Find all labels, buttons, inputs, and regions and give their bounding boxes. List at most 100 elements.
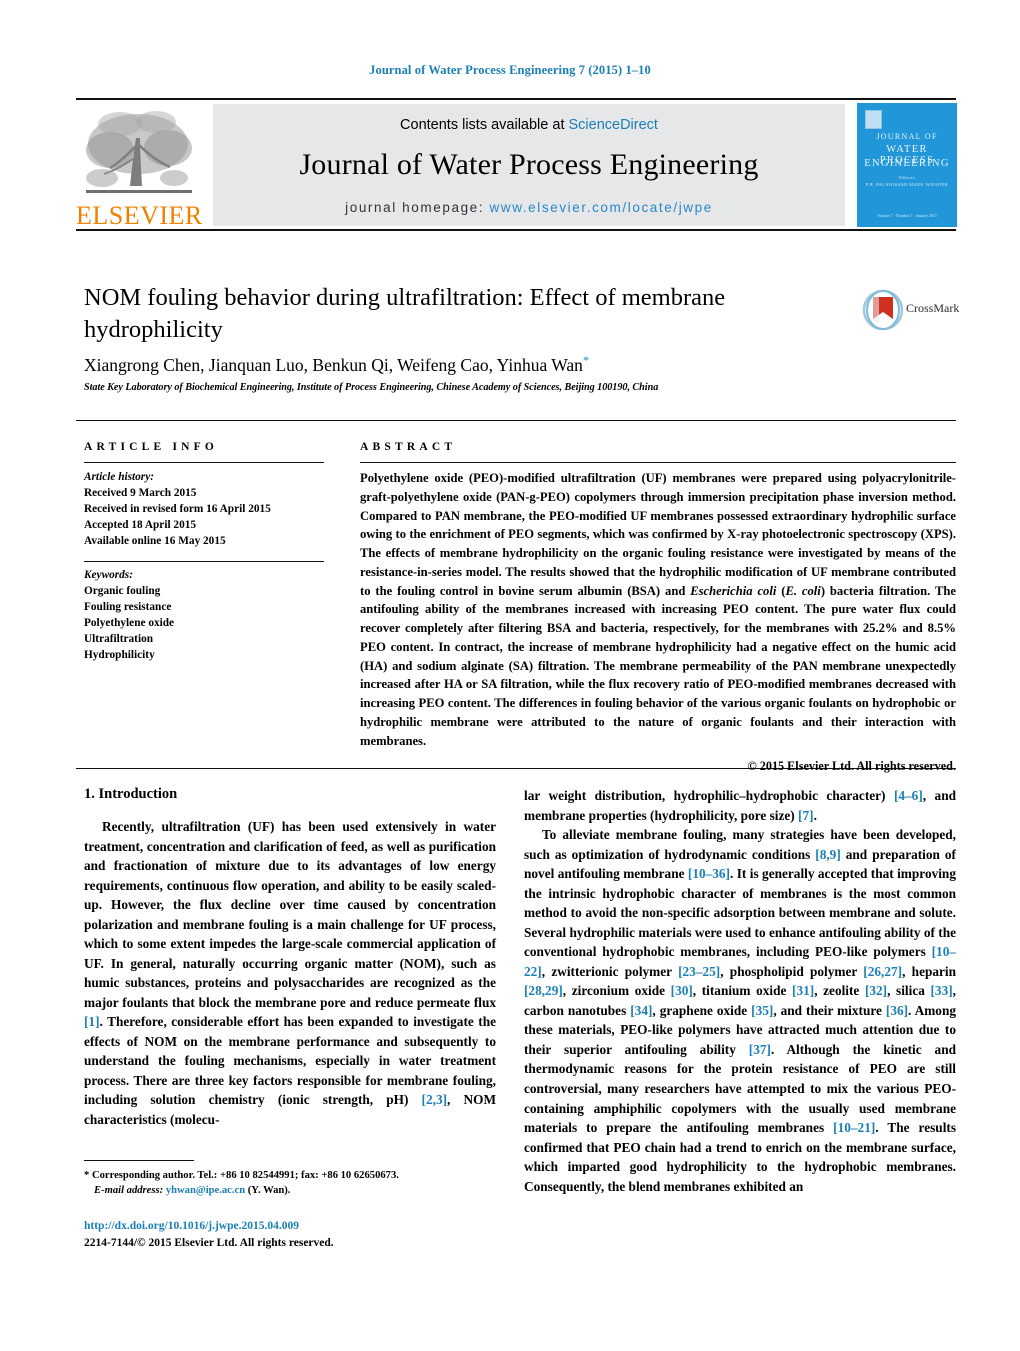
abstract-heading: ABSTRACT — [360, 441, 457, 453]
sciencedirect-link[interactable]: ScienceDirect — [569, 117, 658, 133]
author-list: Xiangrong Chen, Jianquan Luo, Benkun Qi,… — [84, 353, 884, 376]
elsevier-wordmark: ELSEVIER — [76, 201, 203, 230]
reference-link-1[interactable]: [1] — [84, 1014, 100, 1029]
intro-p2-text-7: , zirconium oxide — [562, 983, 671, 999]
reference-link-14[interactable]: [33] — [931, 983, 953, 998]
intro-paragraph-left: Recently, ultrafiltration (UF) has been … — [84, 817, 496, 1130]
history-item: Received in revised form 16 April 2015 — [84, 503, 271, 516]
paper-page: Journal of Water Process Engineering 7 (… — [0, 0, 1020, 1351]
corresponding-author-footnote: * Corresponding author. Tel.: +86 10 825… — [84, 1168, 504, 1198]
keyword-item: Fouling resistance — [84, 601, 172, 614]
email-suffix: (Y. Wan). — [245, 1185, 291, 1197]
cover-editors-names: P.B. PALANISAMI MARK WIESNER — [865, 182, 949, 187]
reference-link-11[interactable]: [30] — [671, 983, 693, 998]
article-info-rule — [84, 462, 324, 463]
reference-link-15[interactable]: [34] — [630, 1003, 652, 1018]
footnote-contact: Corresponding author. Tel.: +86 10 82544… — [89, 1170, 399, 1181]
cover-publisher-icon — [865, 110, 882, 129]
intro-p2-text-8: , titanium oxide — [692, 983, 793, 999]
footnote-line-2: E-mail address: yhwan@ipe.ac.cn (Y. Wan)… — [84, 1183, 504, 1198]
history-item: Accepted 18 April 2015 — [84, 519, 197, 532]
reference-link-9[interactable]: [26,27] — [863, 964, 902, 979]
cover-volume-line: Volume 7 · Number 1 · January 2015 — [877, 213, 937, 218]
intro-paragraph-right-continued: lar weight distribution, hydrophilic–hyd… — [524, 786, 956, 825]
reference-link-13[interactable]: [32] — [865, 983, 887, 998]
contents-prefix: Contents lists available at — [400, 117, 569, 133]
intro-right-text-3: . — [813, 807, 817, 823]
crossmark-label: CrossMark — [906, 301, 960, 315]
article-history-label: Article history: — [84, 471, 154, 483]
reference-link-10[interactable]: [28,29] — [524, 983, 563, 998]
abstract-rule — [360, 462, 956, 463]
reference-link-17[interactable]: [36] — [886, 1003, 908, 1018]
abstract-italic-1: Escherichia coli — [690, 583, 777, 598]
crossmark-icon — [862, 289, 904, 331]
journal-homepage-line: journal homepage: www.elsevier.com/locat… — [213, 200, 845, 215]
issn-copyright-line: 2214-7144/© 2015 Elsevier Ltd. All right… — [84, 1236, 334, 1249]
abstract-column: ABSTRACT Polyethylene oxide (PEO)-modifi… — [360, 441, 956, 774]
cover-editors-label: Editors — [899, 175, 915, 180]
reference-link-18[interactable]: [37] — [749, 1042, 771, 1057]
abstract-part-1: Polyethylene oxide (PEO)-modified ultraf… — [360, 471, 956, 598]
intro-p2-text-10: , silica — [887, 983, 931, 999]
keywords-block: Keywords: Organic fouling Fouling resist… — [84, 567, 324, 663]
email-link[interactable]: yhwan@ipe.ac.cn — [166, 1185, 245, 1196]
reference-link-5[interactable]: [8,9] — [815, 847, 840, 862]
reference-link-19[interactable]: [10–21] — [833, 1120, 875, 1135]
journal-cover-thumbnail: JOURNAL OF WATER PROCESS ENGINEERING Edi… — [857, 103, 957, 227]
intro-p2-text-5: , phospholipid polymer — [720, 963, 864, 979]
journal-title: Journal of Water Process Engineering — [299, 148, 759, 181]
keywords-label: Keywords: — [84, 569, 133, 582]
abstract-text: Polyethylene oxide (PEO)-modified ultraf… — [360, 469, 956, 750]
keyword-item: Polyethylene oxide — [84, 617, 175, 630]
article-info-column: ARTICLE INFO Article history: Received 9… — [84, 441, 324, 663]
masthead-band: Contents lists available at ScienceDirec… — [213, 104, 845, 226]
intro-p2-text-9: , zeolite — [814, 983, 865, 999]
crossmark-badge[interactable]: CrossMark — [862, 288, 960, 332]
history-item: Received 9 March 2015 — [84, 487, 197, 500]
reference-link-6[interactable]: [10–36] — [688, 866, 730, 881]
intro-left-text-1: Recently, ultrafiltration (UF) has been … — [84, 819, 496, 1010]
author-names: Xiangrong Chen, Jianquan Luo, Benkun Qi,… — [84, 354, 583, 375]
doi-link[interactable]: http://dx.doi.org/10.1016/j.jwpe.2015.04… — [84, 1218, 544, 1235]
abstract-part-3: ) bacteria filtration. The antifouling a… — [360, 583, 956, 748]
email-label: E-mail address: — [94, 1185, 164, 1197]
page-title: NOM fouling behavior during ultrafiltrat… — [84, 284, 726, 343]
contents-list-line: Contents lists available at ScienceDirec… — [213, 117, 845, 133]
abstract-italic-2: E. coli — [785, 583, 821, 598]
history-item: Available online 16 May 2015 — [84, 535, 226, 548]
doi-block: http://dx.doi.org/10.1016/j.jwpe.2015.04… — [84, 1218, 544, 1251]
abstract-copyright: © 2015 Elsevier Ltd. All rights reserved… — [747, 759, 956, 774]
intro-p2-text-12: , graphene oxide — [652, 1002, 752, 1018]
reference-link-2[interactable]: [2,3] — [422, 1092, 447, 1107]
article-info-heading: ARTICLE INFO — [84, 441, 219, 453]
reference-link-4[interactable]: [7] — [798, 808, 814, 823]
corresponding-author-marker: * — [582, 353, 589, 367]
intro-p2-text-6: , heparin — [902, 963, 957, 979]
keywords-rule — [84, 561, 324, 563]
footnote-rule — [84, 1160, 194, 1161]
body-column-right: lar weight distribution, hydrophilic–hyd… — [524, 786, 956, 1196]
affiliation: State Key Laboratory of Biochemical Engi… — [84, 382, 659, 393]
section-title-introduction: 1. Introduction — [84, 786, 178, 802]
keyword-item: Organic fouling — [84, 585, 161, 598]
cover-line-1: JOURNAL OF — [876, 132, 938, 141]
intro-right-text-1: lar weight distribution, hydrophilic–hyd… — [524, 788, 894, 803]
homepage-url-link[interactable]: www.elsevier.com/locate/jwpe — [490, 200, 713, 215]
reference-link-12[interactable]: [31] — [792, 983, 814, 998]
intro-p2-text-13: , and their mixture — [773, 1002, 886, 1018]
keyword-item: Hydrophilicity — [84, 649, 155, 662]
reference-link-3[interactable]: [4–6] — [894, 788, 923, 803]
info-top-rule — [76, 420, 956, 421]
reference-link-8[interactable]: [23–25] — [678, 964, 720, 979]
footnote-line-1: * Corresponding author. Tel.: +86 10 825… — [84, 1168, 504, 1183]
intro-paragraph-2: To alleviate membrane fouling, many stra… — [524, 825, 956, 1196]
homepage-prefix: journal homepage: — [345, 200, 490, 215]
running-head: Journal of Water Process Engineering 7 (… — [369, 63, 651, 77]
reference-link-16[interactable]: [35] — [751, 1003, 773, 1018]
keyword-item: Ultrafiltration — [84, 633, 154, 646]
cover-line-3: ENGINEERING — [864, 158, 950, 169]
intro-p2-text-4: , zwitterionic polymer — [541, 963, 679, 979]
body-column-left: 1. Introduction Recently, ultrafiltratio… — [84, 786, 496, 1130]
article-history-block: Article history: Received 9 March 2015 R… — [84, 469, 324, 549]
